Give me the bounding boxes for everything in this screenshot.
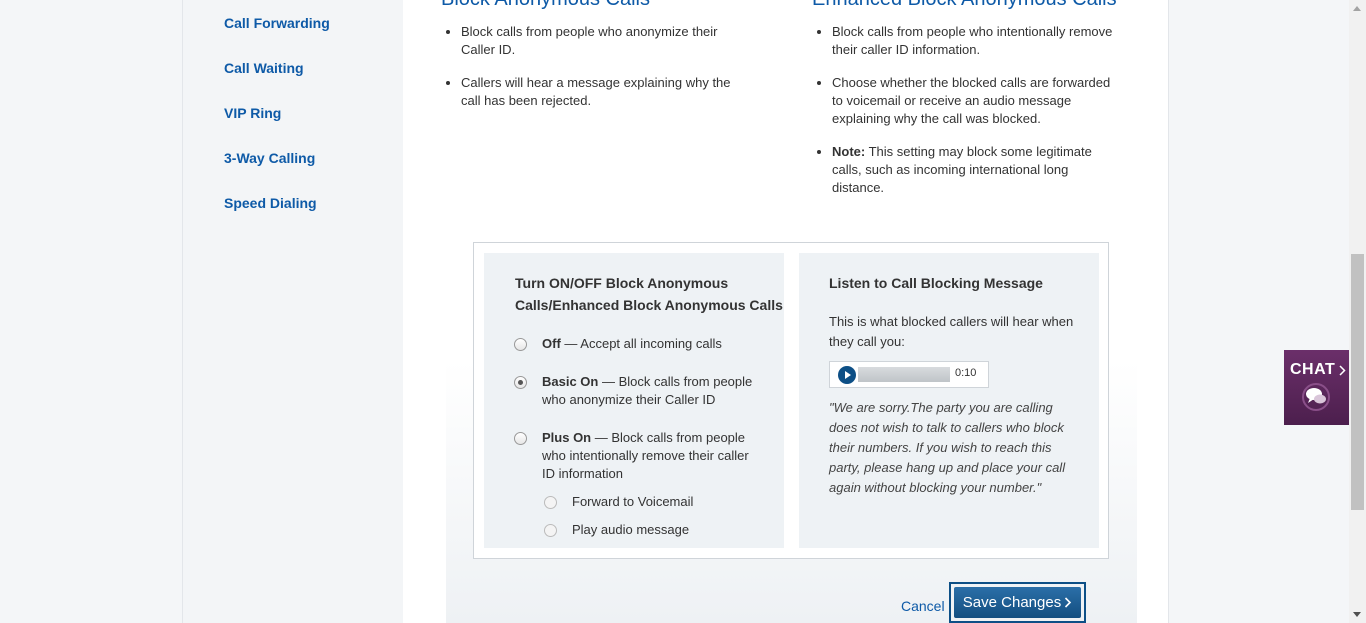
chat-label: CHAT (1290, 361, 1336, 378)
list-item: Callers will hear a message explaining w… (461, 74, 743, 110)
sidebar-item-3-way-calling[interactable]: 3-Way Calling (224, 150, 315, 166)
note-text: This setting may block some legitimate c… (832, 144, 1092, 195)
chevron-right-icon (1065, 597, 1072, 608)
sidebar: Call Forwarding Call Waiting VIP Ring 3-… (183, 0, 403, 623)
list-item: Note: This setting may block some legiti… (832, 143, 1122, 197)
sub-option-forward-voicemail: Forward to Voicemail (572, 494, 694, 509)
option-basic-on: Basic On — Block calls from people who a… (542, 373, 767, 409)
option-desc: — Accept all incoming calls (560, 336, 722, 351)
scroll-up-arrow-icon[interactable] (1353, 6, 1361, 11)
save-changes-button[interactable]: Save Changes (954, 587, 1081, 618)
message-panel-title: Listen to Call Blocking Message (829, 275, 1043, 291)
list-item: Block calls from people who anonymize th… (461, 23, 743, 59)
enhanced-block-title: Enhanced Block Anonymous Calls (812, 0, 1117, 11)
chevron-right-icon (1339, 365, 1346, 376)
sidebar-item-speed-dialing[interactable]: Speed Dialing (224, 195, 317, 211)
save-label: Save Changes (962, 594, 1062, 611)
option-label: Off (542, 336, 561, 351)
radio-forward-voicemail[interactable] (544, 496, 557, 509)
message-intro: This is what blocked callers will hear w… (829, 314, 1074, 349)
chat-bubbles-icon (1302, 383, 1330, 411)
option-off: Off — Accept all incoming calls (542, 335, 772, 353)
sidebar-item-vip-ring[interactable]: VIP Ring (224, 105, 281, 121)
settings-card: Turn ON/OFF Block Anonymous Calls/Enhanc… (473, 242, 1109, 559)
save-button-focus-ring: Save Changes (949, 582, 1086, 623)
sub-option-play-audio: Play audio message (572, 522, 690, 537)
audio-time: 0:10 (955, 367, 977, 379)
play-icon[interactable] (838, 366, 856, 384)
toggle-panel: Turn ON/OFF Block Anonymous Calls/Enhanc… (484, 253, 784, 548)
list-item: Choose whether the blocked calls are for… (832, 74, 1122, 128)
radio-off[interactable] (514, 338, 527, 351)
option-plus-on: Plus On — Block calls from people who in… (542, 429, 764, 483)
audio-progress-track[interactable] (858, 367, 950, 382)
audio-player: 0:10 (829, 361, 989, 388)
block-anonymous-bullets: Block calls from people who anonymize th… (443, 23, 743, 125)
radio-basic-on[interactable] (514, 376, 527, 389)
chat-widget[interactable]: CHAT (1284, 350, 1350, 425)
scrollbar-thumb[interactable] (1351, 254, 1364, 510)
block-anonymous-title: Block Anonymous Calls (441, 0, 650, 11)
sidebar-item-call-waiting[interactable]: Call Waiting (224, 60, 304, 76)
option-label: Basic On (542, 374, 599, 389)
list-item: Block calls from people who intentionall… (832, 23, 1122, 59)
enhanced-block-bullets: Block calls from people who intentionall… (814, 23, 1122, 212)
toggle-panel-title: Turn ON/OFF Block Anonymous Calls/Enhanc… (515, 275, 783, 313)
note-label: Note: (832, 144, 866, 159)
option-label: Plus On (542, 430, 592, 445)
scroll-down-arrow-icon[interactable] (1353, 612, 1361, 617)
page-scrollbar[interactable] (1349, 0, 1366, 623)
radio-play-audio[interactable] (544, 524, 557, 537)
sidebar-item-call-forwarding[interactable]: Call Forwarding (224, 15, 330, 31)
message-panel: Listen to Call Blocking Message This is … (799, 253, 1099, 548)
radio-plus-on[interactable] (514, 432, 527, 445)
cancel-link[interactable]: Cancel (901, 598, 945, 614)
message-quote: "We are sorry.The party you are calling … (829, 400, 1066, 495)
